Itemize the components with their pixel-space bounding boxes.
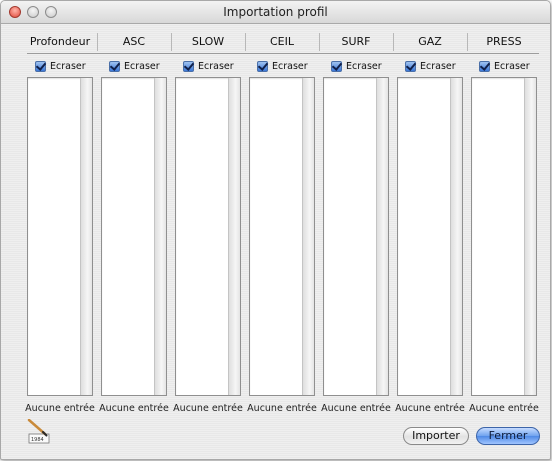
notebook-pen-icon: 1984 xyxy=(27,418,53,445)
empty-status-asc: Aucune entrée xyxy=(99,403,169,414)
list-surf[interactable] xyxy=(323,77,389,396)
header-separator xyxy=(27,53,539,54)
column-header-gaz[interactable]: GAZ xyxy=(397,31,463,53)
column-divider xyxy=(171,33,172,51)
list-ceil[interactable] xyxy=(249,77,315,396)
column-header-press[interactable]: PRESS xyxy=(471,31,537,53)
import-profile-window: Importation profil Profondeur ASC SLOW C… xyxy=(0,0,551,460)
overwrite-checkbox-ceil[interactable]: Ecraser xyxy=(257,58,308,74)
column-divider xyxy=(97,33,98,51)
list-asc[interactable] xyxy=(101,77,167,396)
overwrite-checkbox-press[interactable]: Ecraser xyxy=(479,58,530,74)
list-slow[interactable] xyxy=(175,77,241,396)
empty-status-profondeur: Aucune entrée xyxy=(25,403,95,414)
column-divider xyxy=(393,33,394,51)
empty-status-press: Aucune entrée xyxy=(469,403,539,414)
column-divider xyxy=(319,33,320,51)
checkbox-checked[interactable] xyxy=(405,60,416,72)
list-press[interactable] xyxy=(471,77,537,396)
overwrite-checkbox-surf[interactable]: Ecraser xyxy=(331,58,382,74)
column-header-surf[interactable]: SURF xyxy=(323,31,389,53)
vertical-scrollbar[interactable] xyxy=(524,78,536,395)
checkbox-checked[interactable] xyxy=(109,60,120,72)
vertical-scrollbar[interactable] xyxy=(302,78,314,395)
checkbox-label: Ecraser xyxy=(50,60,86,72)
checkbox-label: Ecraser xyxy=(124,60,160,72)
checkbox-checked[interactable] xyxy=(479,60,490,72)
vertical-scrollbar[interactable] xyxy=(376,78,388,395)
checkbox-label: Ecraser xyxy=(420,60,456,72)
empty-status-surf: Aucune entrée xyxy=(321,403,391,414)
title-bar: Importation profil xyxy=(1,1,550,24)
column-divider xyxy=(245,33,246,51)
checkbox-checked[interactable] xyxy=(331,60,342,72)
close-button[interactable]: Fermer xyxy=(476,427,540,445)
vertical-scrollbar[interactable] xyxy=(154,78,166,395)
overwrite-checkbox-asc[interactable]: Ecraser xyxy=(109,58,160,74)
checkbox-label: Ecraser xyxy=(272,60,308,72)
checkbox-checked[interactable] xyxy=(35,60,46,72)
column-header-ceil[interactable]: CEIL xyxy=(249,31,315,53)
vertical-scrollbar[interactable] xyxy=(80,78,92,395)
checkbox-label: Ecraser xyxy=(198,60,234,72)
checkbox-checked[interactable] xyxy=(257,60,268,72)
checkbox-label: Ecraser xyxy=(346,60,382,72)
checkbox-checked[interactable] xyxy=(183,60,194,72)
checkbox-label: Ecraser xyxy=(494,60,530,72)
column-header-slow[interactable]: SLOW xyxy=(175,31,241,53)
app-icon-label: 1984 xyxy=(31,437,44,443)
overwrite-checkbox-slow[interactable]: Ecraser xyxy=(183,58,234,74)
list-profondeur[interactable] xyxy=(27,77,93,396)
column-header-profondeur[interactable]: Profondeur xyxy=(27,31,93,53)
vertical-scrollbar[interactable] xyxy=(450,78,462,395)
column-header-asc[interactable]: ASC xyxy=(101,31,167,53)
list-gaz[interactable] xyxy=(397,77,463,396)
empty-status-ceil: Aucune entrée xyxy=(247,403,317,414)
window-title: Importation profil xyxy=(223,5,328,19)
empty-status-slow: Aucune entrée xyxy=(173,403,243,414)
column-divider xyxy=(467,33,468,51)
import-button[interactable]: Importer xyxy=(403,427,469,445)
empty-status-gaz: Aucune entrée xyxy=(395,403,465,414)
overwrite-checkbox-gaz[interactable]: Ecraser xyxy=(405,58,456,74)
vertical-scrollbar[interactable] xyxy=(228,78,240,395)
overwrite-checkbox-profondeur[interactable]: Ecraser xyxy=(35,58,86,74)
